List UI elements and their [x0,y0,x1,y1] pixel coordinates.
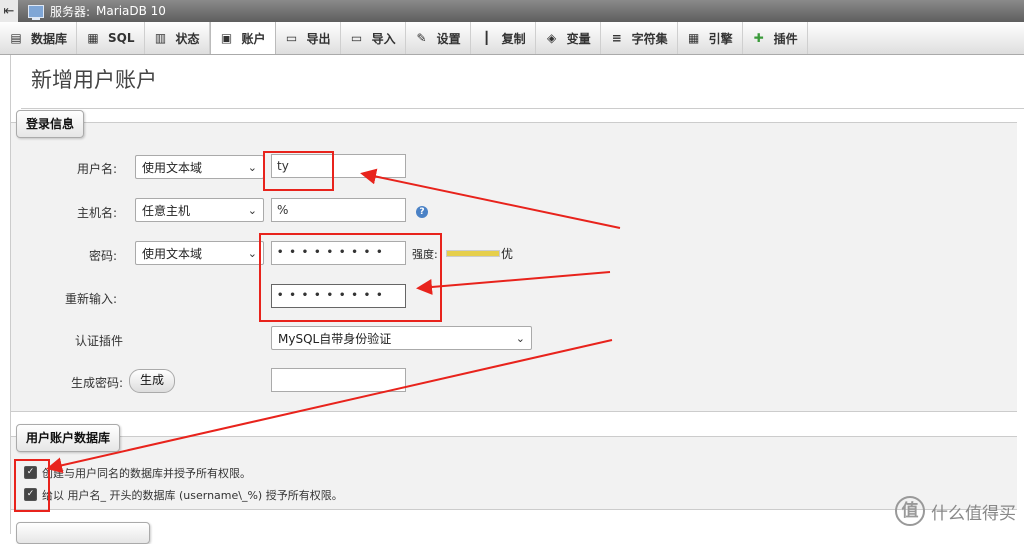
arrow-to-retype [416,271,611,295]
watermark: 值 什么值得买 [895,496,1016,526]
watermark-text: 什么值得买 [931,503,1016,524]
arrow-to-checkboxes [46,339,613,474]
watermark-logo-icon: 值 [895,496,925,526]
arrow-to-username [360,168,621,229]
annotation-arrows [46,168,621,474]
